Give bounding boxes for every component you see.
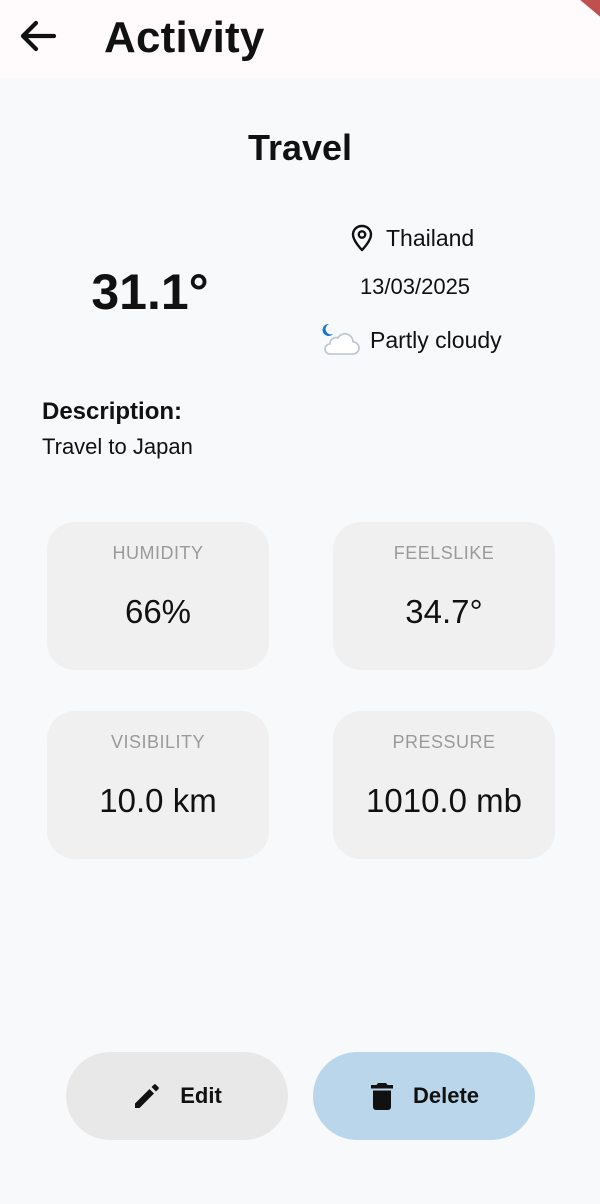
arrow-left-icon bbox=[20, 20, 57, 52]
trash-icon bbox=[370, 1083, 393, 1110]
stat-label: FEELSLIKE bbox=[393, 543, 495, 563]
page-title: Activity bbox=[104, 13, 265, 62]
temperature: 31.1° bbox=[91, 264, 209, 320]
condition-row: Partly cloudy bbox=[320, 320, 502, 360]
stat-value: 66% bbox=[124, 593, 192, 630]
edit-button-label: Edit bbox=[180, 1083, 222, 1108]
stat-label: VISIBILITY bbox=[110, 732, 206, 752]
stat-value: 10.0 km bbox=[99, 782, 217, 819]
visibility-card: VISIBILITY 10.0 km bbox=[47, 711, 269, 859]
delete-button-label: Delete bbox=[412, 1083, 480, 1108]
partly-cloudy-night-icon bbox=[322, 323, 360, 355]
humidity-card: HUMIDITY 66% bbox=[47, 522, 269, 670]
map-pin-icon bbox=[351, 224, 373, 252]
stat-label: PRESSURE bbox=[392, 732, 496, 752]
delete-button[interactable]: Delete bbox=[313, 1052, 535, 1140]
edit-button[interactable]: Edit bbox=[66, 1052, 288, 1140]
back-button[interactable] bbox=[16, 14, 60, 58]
feelslike-card: FEELSLIKE 34.7° bbox=[333, 522, 555, 670]
location-row: Thailand bbox=[350, 220, 474, 256]
app-bar: Activity bbox=[0, 0, 600, 78]
condition-text: Partly cloudy bbox=[370, 327, 502, 353]
stat-value: 34.7° bbox=[405, 593, 483, 630]
activity-screen: Activity Travel 31.1° Thailand 13/03/202… bbox=[0, 0, 600, 1204]
description-text: Travel to Japan bbox=[42, 434, 193, 459]
activity-name: Travel bbox=[247, 127, 353, 168]
debug-ribbon bbox=[577, 0, 600, 24]
activity-date: 13/03/2025 bbox=[359, 274, 471, 299]
pencil-icon bbox=[135, 1084, 159, 1108]
stat-value: 1010.0 mb bbox=[366, 782, 522, 819]
location-text: Thailand bbox=[386, 225, 475, 251]
description-label: Description: bbox=[42, 398, 183, 425]
pressure-card: PRESSURE 1010.0 mb bbox=[333, 711, 555, 859]
stat-label: HUMIDITY bbox=[112, 543, 204, 563]
